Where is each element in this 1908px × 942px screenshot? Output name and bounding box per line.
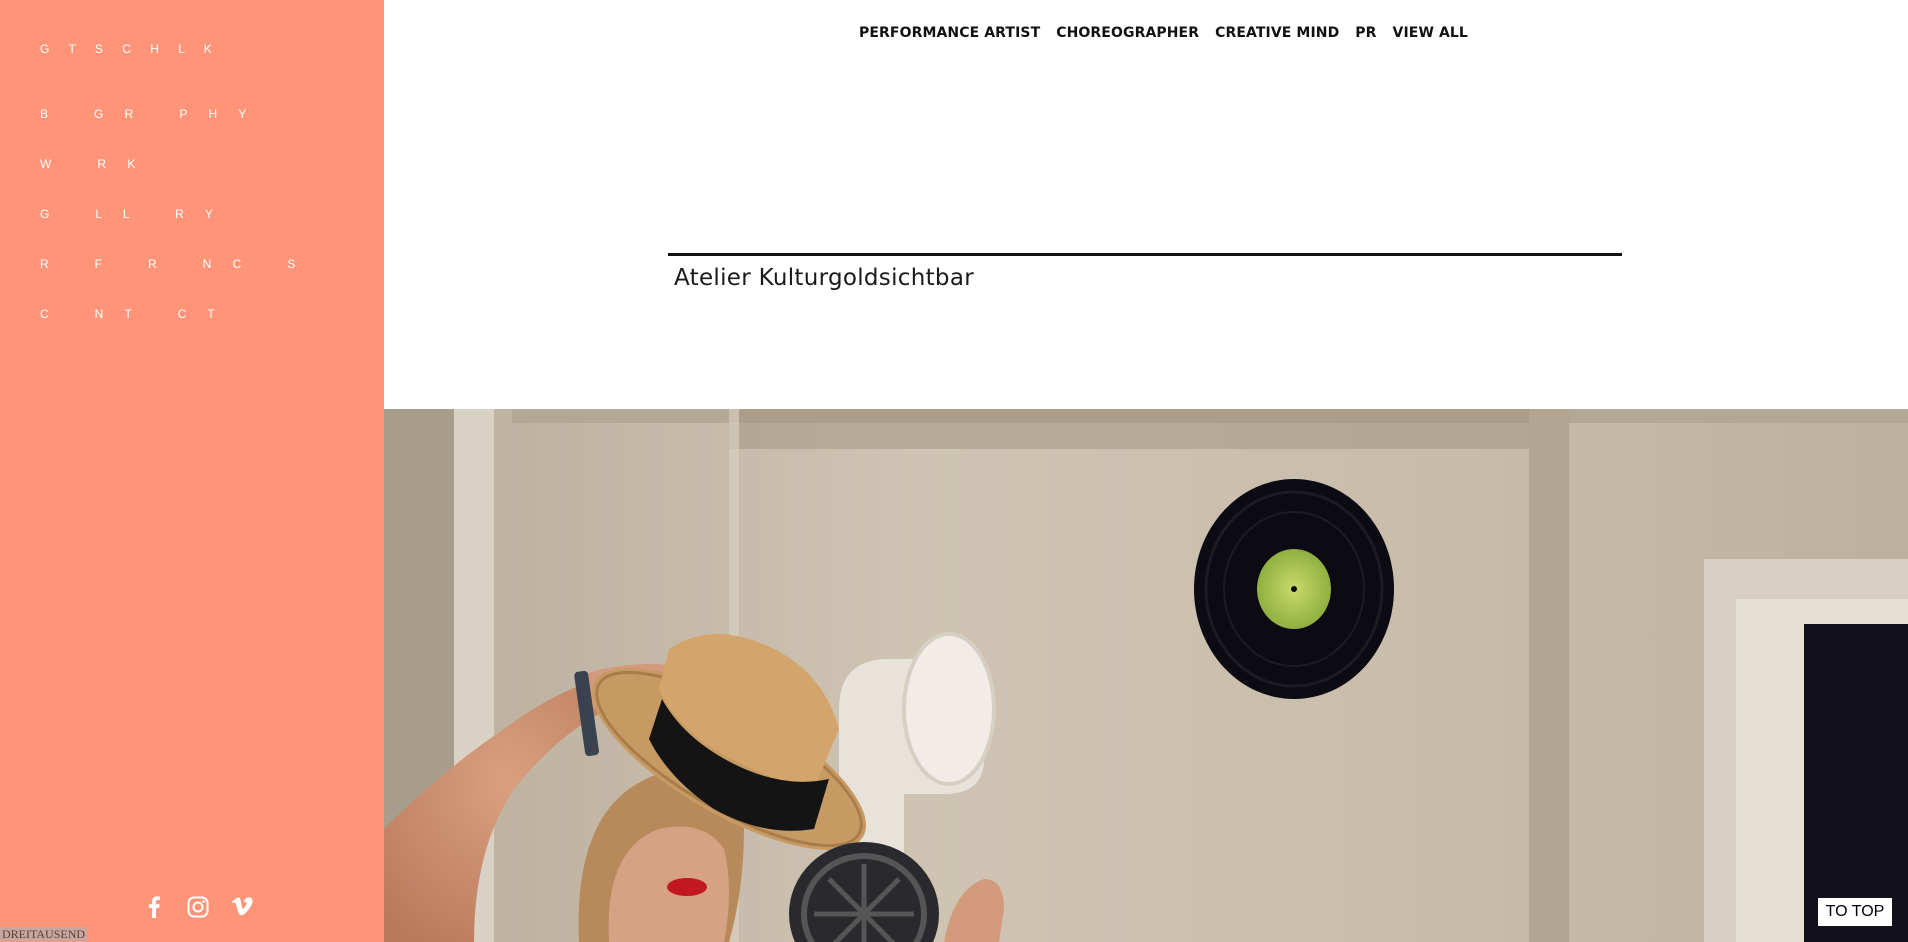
instagram-icon[interactable] [186, 895, 210, 919]
title-divider [668, 253, 1622, 256]
hero-photo [384, 409, 1908, 942]
hero-illustration [384, 409, 1908, 942]
sidebar-item-biography[interactable]: B G R P H Y [40, 106, 304, 156]
footer-label[interactable]: DREITAUSEND [0, 927, 88, 941]
nav-performance-artist[interactable]: PERFORMANCE ARTIST [859, 24, 1040, 42]
sidebar-item-contact[interactable]: C N T C T [40, 306, 304, 356]
nav-pr[interactable]: PR [1355, 24, 1376, 42]
nav-choreographer[interactable]: CHOREOGRAPHER [1056, 24, 1199, 42]
sidebar-item-gallery[interactable]: G L L R Y [40, 206, 304, 256]
brand-logo[interactable]: G T S C H L K [40, 42, 220, 56]
to-top-button[interactable]: TO TOP [1818, 898, 1892, 926]
nav-creative-mind[interactable]: CREATIVE MIND [1215, 24, 1339, 42]
facebook-icon[interactable] [142, 895, 166, 919]
nav-view-all[interactable]: VIEW ALL [1393, 24, 1468, 42]
social-links [142, 895, 254, 919]
sidebar: G T S C H L K B G R P H Y W R K G L L R … [0, 0, 384, 942]
sidebar-nav: B G R P H Y W R K G L L R Y R F R N C S … [40, 106, 304, 356]
sidebar-item-references[interactable]: R F R N C S [40, 256, 304, 306]
page-title: Atelier Kulturgoldsichtbar [674, 265, 974, 291]
vimeo-icon[interactable] [230, 895, 254, 919]
sidebar-item-work[interactable]: W R K [40, 156, 304, 206]
top-nav: PERFORMANCE ARTIST CHOREOGRAPHER CREATIV… [859, 24, 1468, 42]
